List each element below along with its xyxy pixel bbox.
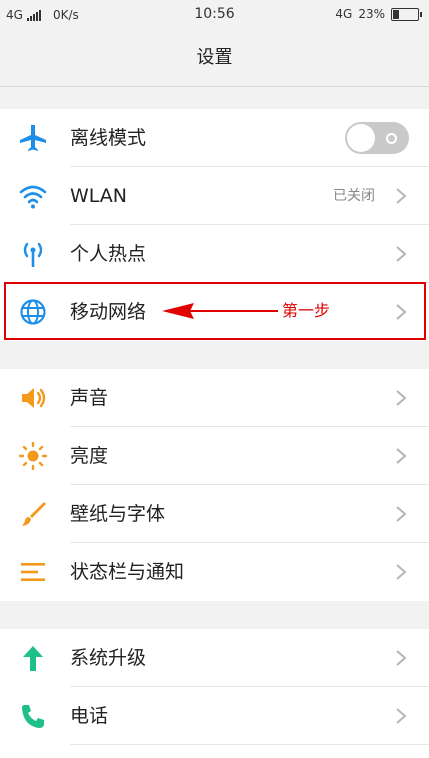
battery-level xyxy=(393,9,399,19)
setting-hotspot[interactable]: 个人热点 xyxy=(0,225,429,283)
toggle-off-indicator xyxy=(386,133,397,144)
phone-icon xyxy=(22,705,44,728)
setting-brightness[interactable]: 亮度 xyxy=(0,427,429,485)
chevron-right-icon xyxy=(396,506,407,522)
setting-label: 系统升级 xyxy=(70,647,147,669)
chevron-right-icon xyxy=(396,246,407,262)
airplane-icon xyxy=(20,125,46,151)
setting-label: 壁纸与字体 xyxy=(70,503,166,525)
settings-group-system: 系统升级 电话 xyxy=(0,629,429,758)
setting-label: 移动网络 xyxy=(70,301,147,323)
wifi-icon xyxy=(19,185,47,209)
setting-wallpaper-font[interactable]: 壁纸与字体 xyxy=(0,485,429,543)
settings-group-display: 声音 亮度 壁纸与字体 状态栏与通知 xyxy=(0,369,429,601)
brush-icon xyxy=(22,502,46,526)
setting-system-update[interactable]: 系统升级 xyxy=(0,629,429,687)
setting-label: 电话 xyxy=(70,705,109,727)
status-right: 4G 23% xyxy=(335,7,422,21)
chevron-right-icon xyxy=(396,390,407,406)
wlan-status: 已关闭 xyxy=(333,188,375,204)
setting-label: 状态栏与通知 xyxy=(70,561,185,583)
setting-label: 亮度 xyxy=(70,445,109,467)
globe-icon xyxy=(20,299,46,325)
setting-label: WLAN xyxy=(70,185,128,207)
airplane-mode-toggle[interactable] xyxy=(345,122,409,154)
chevron-right-icon xyxy=(396,564,407,580)
chevron-right-icon xyxy=(396,304,407,320)
hotspot-icon xyxy=(23,242,43,267)
chevron-right-icon xyxy=(396,448,407,464)
battery-percent: 23% xyxy=(358,7,385,21)
setting-sound[interactable]: 声音 xyxy=(0,369,429,427)
setting-label: 离线模式 xyxy=(70,127,147,149)
list-icon xyxy=(21,563,45,581)
chevron-right-icon xyxy=(396,188,407,204)
setting-airplane-mode[interactable]: 离线模式 xyxy=(0,109,429,167)
setting-label: 声音 xyxy=(70,387,109,409)
battery-icon xyxy=(391,7,422,21)
network-type-right: 4G xyxy=(335,7,353,21)
arrow-up-icon xyxy=(23,646,43,671)
status-bar: 4G 0K/s 10:56 4G 23% xyxy=(0,0,429,30)
toggle-knob xyxy=(347,124,375,152)
setting-phone[interactable]: 电话 xyxy=(0,687,429,745)
setting-statusbar-notifications[interactable]: 状态栏与通知 xyxy=(0,543,429,601)
chevron-right-icon xyxy=(396,650,407,666)
annotation-step-label: 第一步 xyxy=(282,301,331,320)
sun-icon xyxy=(18,442,48,470)
setting-wlan[interactable]: WLAN 已关闭 xyxy=(0,167,429,225)
chevron-right-icon xyxy=(396,708,407,724)
divider xyxy=(70,744,429,745)
speaker-icon xyxy=(22,388,46,408)
page-title: 设置 xyxy=(0,30,429,87)
annotation-arrow-icon xyxy=(162,303,278,319)
setting-label: 个人热点 xyxy=(70,243,147,265)
